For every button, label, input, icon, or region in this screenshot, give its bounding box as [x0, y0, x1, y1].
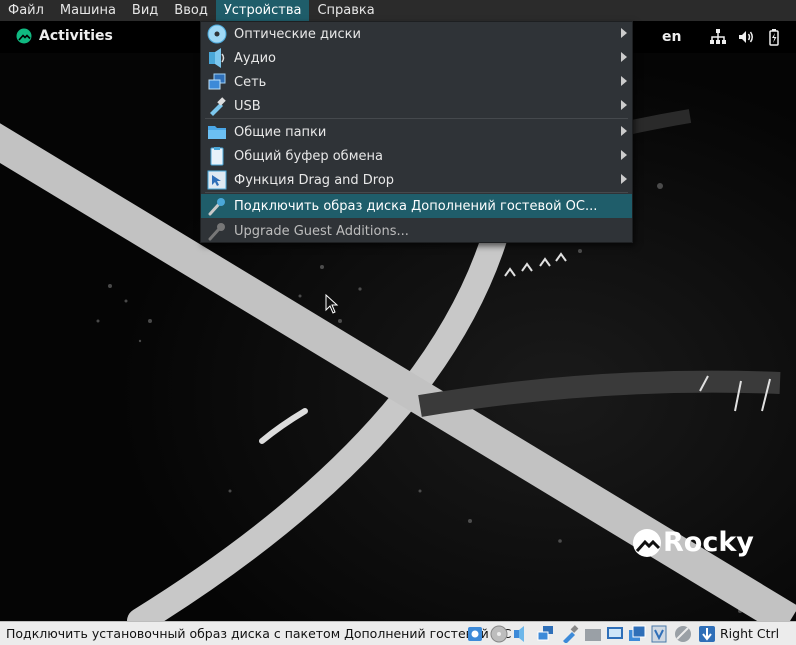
menu-machine[interactable]: Машина: [52, 0, 124, 21]
submenu-arrow-icon: [621, 28, 627, 38]
vt-x-icon[interactable]: [650, 625, 668, 643]
menu-view[interactable]: Вид: [124, 0, 166, 21]
network-status-icon[interactable]: [537, 625, 555, 643]
submenu-arrow-icon: [621, 100, 627, 110]
language-indicator[interactable]: en: [662, 29, 681, 45]
menu-item-audio[interactable]: Аудио: [201, 46, 632, 70]
menu-item-shared-clipboard[interactable]: Общий буфер обмена: [201, 144, 632, 168]
menu-item-label: Оптические диски: [234, 26, 361, 42]
recording-status-icon[interactable]: [628, 625, 646, 643]
menu-item-label: USB: [234, 98, 261, 114]
menu-item-insert-guest-additions[interactable]: Подключить образ диска Дополнений гостев…: [201, 194, 632, 218]
rocky-activities-icon: [16, 28, 32, 44]
menu-item-label: Аудио: [234, 50, 276, 66]
audio-status-icon[interactable]: [513, 625, 531, 643]
mouse-integration-icon[interactable]: [674, 625, 692, 643]
menu-item-label: Общий буфер обмена: [234, 148, 383, 164]
display-status-icon[interactable]: [606, 625, 624, 643]
volume-icon[interactable]: [737, 28, 755, 46]
menu-separator: [205, 192, 628, 193]
status-message: Подключить установочный образ диска с па…: [6, 626, 512, 641]
rocky-logo-text: Rocky: [663, 527, 754, 558]
guest-additions-icon: [208, 198, 225, 216]
mouse-cursor: [325, 294, 339, 314]
hard-disk-icon[interactable]: [466, 625, 484, 643]
menu-item-shared-folders[interactable]: Общие папки: [201, 120, 632, 144]
menu-file[interactable]: Файл: [0, 0, 52, 21]
menu-item-label: Сеть: [234, 74, 267, 90]
menu-item-label: Подключить образ диска Дополнений гостев…: [234, 198, 598, 214]
host-key-label: Right Ctrl: [720, 626, 780, 641]
menu-input[interactable]: Ввод: [166, 0, 216, 21]
usb-status-icon[interactable]: [561, 625, 579, 643]
menu-item-label: Upgrade Guest Additions...: [234, 223, 409, 239]
menu-item-network[interactable]: Сеть: [201, 70, 632, 94]
submenu-arrow-icon: [621, 76, 627, 86]
menu-devices[interactable]: Устройства: [215, 0, 310, 21]
rocky-logo-icon: [633, 528, 661, 557]
battery-icon[interactable]: [765, 28, 783, 46]
menu-item-optical-disks[interactable]: Оптические диски: [201, 22, 632, 46]
activities-label: Activities: [39, 28, 113, 44]
vm-menubar: Файл Машина Вид Ввод Устройства Справка: [0, 0, 796, 21]
menu-item-usb[interactable]: USB: [201, 94, 632, 118]
devices-menu: Оптические диски Аудио Сеть USB Общие па…: [200, 21, 633, 243]
submenu-arrow-icon: [621, 174, 627, 184]
clipboard-icon: [210, 147, 224, 166]
submenu-arrow-icon: [621, 52, 627, 62]
audio-icon: [209, 48, 225, 68]
network-adapter-icon: [208, 73, 226, 90]
shared-folder-icon: [208, 126, 226, 139]
menu-item-label: Функция Drag and Drop: [234, 172, 395, 188]
menu-item-label: Общие папки: [234, 124, 327, 140]
activities-button[interactable]: Activities: [16, 28, 113, 44]
submenu-arrow-icon: [621, 126, 627, 136]
menu-item-upgrade-guest-additions[interactable]: Upgrade Guest Additions...: [201, 219, 632, 243]
drag-drop-icon: [207, 170, 227, 190]
submenu-arrow-icon: [621, 150, 627, 160]
optical-drive-icon[interactable]: [490, 625, 508, 643]
shared-folders-status-icon[interactable]: [584, 625, 602, 643]
keyboard-capture-icon[interactable]: [698, 625, 716, 643]
vm-statusbar: Подключить установочный образ диска с па…: [0, 621, 796, 645]
usb-icon: [210, 97, 226, 116]
wallpaper-rocky-logo: Rocky: [632, 527, 754, 558]
upgrade-guest-additions-icon: [208, 223, 225, 241]
network-icon[interactable]: [709, 28, 727, 46]
menu-help[interactable]: Справка: [309, 0, 382, 21]
menu-item-drag-and-drop[interactable]: Функция Drag and Drop: [201, 168, 632, 192]
optical-disc-icon: [207, 24, 227, 44]
menu-separator: [205, 118, 628, 119]
